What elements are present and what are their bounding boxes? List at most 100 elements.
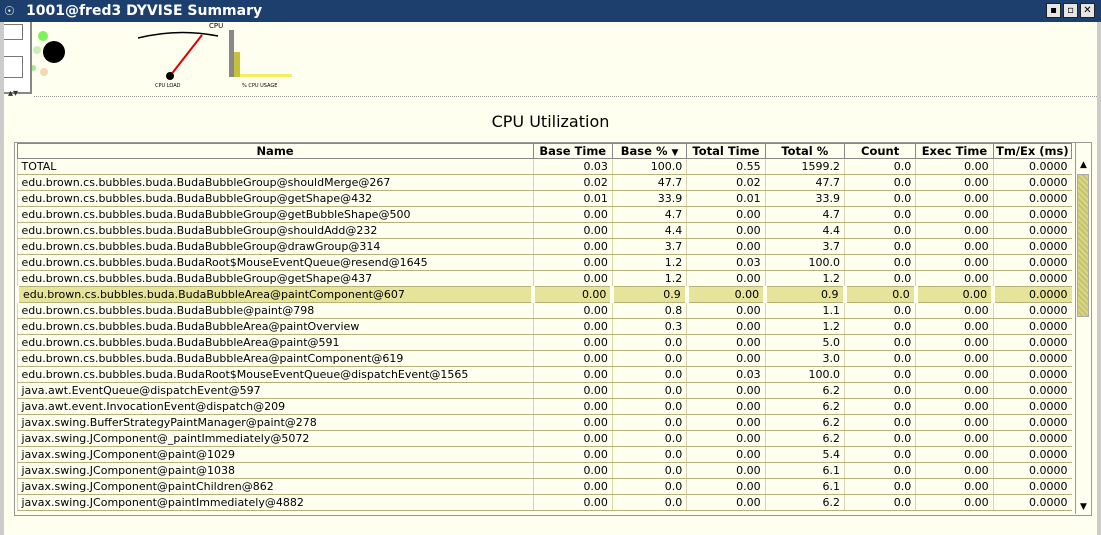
table-row[interactable]: edu.brown.cs.bubbles.buda.BudaBubble@pai… [16,302,1072,319]
cell-total-pct: 6.2 [764,494,845,511]
cell-total-pct: 6.1 [764,478,845,495]
cell-total-time: 0.02 [686,174,766,191]
col-header-base-time[interactable]: Base Time [532,143,613,159]
cell-exec-time: 0.00 [915,366,994,383]
cell-base-pct: 0.0 [611,430,687,447]
table-row[interactable]: javax.swing.BufferStrategyPaintManager@p… [16,414,1072,431]
col-header-base-pct[interactable]: Base % ▼ [611,143,688,159]
table-row[interactable]: edu.brown.cs.bubbles.buda.BudaBubbleGrou… [16,206,1072,223]
table-row[interactable]: TOTAL 0.03 100.0 0.55 1599.2 0.0 0.00 0.0000 [16,158,1072,175]
cell-total-pct: 6.2 [764,382,845,399]
col-header-name[interactable]: Name [16,143,534,159]
table-row[interactable]: java.awt.event.InvocationEvent@dispatch@… [16,398,1072,415]
cell-name: javax.swing.BufferStrategyPaintManager@p… [16,414,534,431]
cell-total-time: 0.00 [686,334,766,351]
table-row[interactable]: edu.brown.cs.bubbles.buda.BudaBubbleGrou… [16,174,1072,191]
cell-name: edu.brown.cs.bubbles.buda.BudaBubbleGrou… [16,190,534,207]
cell-name: javax.swing.JComponent@_paintImmediately… [16,430,534,447]
col-header-tm-ex[interactable]: Tm/Ex (ms) [992,143,1073,159]
cell-name: edu.brown.cs.bubbles.buda.BudaBubbleGrou… [16,238,534,255]
table-row[interactable]: edu.brown.cs.bubbles.buda.BudaBubbleArea… [16,334,1072,351]
cell-base-time: 0.00 [532,270,613,287]
split-handle-icon[interactable]: ▴▾ [8,88,18,99]
cell-count: 0.0 [843,334,916,351]
cell-count: 0.0 [843,174,916,191]
cell-exec-time: 0.00 [915,302,994,319]
cpu-usage-bar-yellow [234,52,240,77]
cell-base-pct: 0.0 [611,446,687,463]
window-menu-icon[interactable]: ☉ [4,4,18,18]
col-header-count[interactable]: Count [843,143,917,159]
cell-tm-ex: 0.0000 [992,430,1072,447]
cell-name: edu.brown.cs.bubbles.buda.BudaBubbleGrou… [16,174,534,191]
table-row[interactable]: javax.swing.JComponent@paintChildren@862… [16,478,1072,495]
window-titlebar[interactable]: ☉ 1001@fred3 DYVISE Summary ▪ ▫ ✕ [0,0,1101,22]
table-row[interactable]: edu.brown.cs.bubbles.buda.BudaBubbleArea… [15,286,1072,303]
table-row[interactable]: javax.swing.JComponent@_paintImmediately… [16,430,1072,447]
cell-base-pct: 47.7 [611,174,687,191]
cell-base-time: 0.00 [532,414,613,431]
cell-base-pct: 0.0 [611,382,687,399]
table-row[interactable]: edu.brown.cs.bubbles.buda.BudaBubbleGrou… [16,190,1072,207]
cell-base-pct: 1.2 [611,254,687,271]
col-header-total-pct[interactable]: Total % [764,143,846,159]
cell-total-time: 0.00 [686,270,766,287]
cell-base-time: 0.00 [532,382,613,399]
cell-exec-time: 0.00 [915,462,994,479]
cell-exec-time: 0.00 [915,222,994,239]
cell-tm-ex: 0.0000 [992,382,1072,399]
cell-count: 0.0 [843,238,916,255]
cpu-table-container: Name Base Time Base % ▼ Total Time Total… [14,142,1092,516]
cell-exec-time: 0.00 [915,190,994,207]
table-row[interactable]: edu.brown.cs.bubbles.buda.BudaRoot$Mouse… [16,366,1072,383]
maximize-button[interactable]: ▫ [1063,3,1078,18]
cell-total-time: 0.00 [686,350,766,367]
cpu-needle [169,34,203,77]
scroll-up-icon[interactable]: ▲ [1076,158,1091,172]
table-row[interactable]: edu.brown.cs.bubbles.buda.BudaBubbleGrou… [16,270,1072,287]
cell-total-pct: 5.4 [764,446,845,463]
cell-base-pct: 33.9 [611,190,687,207]
table-row[interactable]: edu.brown.cs.bubbles.buda.BudaBubbleGrou… [16,238,1072,255]
window-content: CPU CPU LOAD % CPU USAGE ▴▾ CPU Utilizat… [0,22,1101,535]
cpu-usage-label: % CPU USAGE [242,83,277,89]
cell-name: edu.brown.cs.bubbles.buda.BudaBubbleArea… [16,350,534,367]
cell-base-time: 0.01 [532,190,613,207]
cell-tm-ex: 0.0000 [992,414,1072,431]
cell-exec-time: 0.00 [915,446,994,463]
table-row[interactable]: javax.swing.JComponent@paintImmediately@… [16,494,1072,511]
cell-base-pct: 3.7 [611,238,687,255]
col-header-exec-time[interactable]: Exec Time [915,143,994,159]
table-row[interactable]: edu.brown.cs.bubbles.buda.BudaBubbleArea… [16,318,1072,335]
minimize-button[interactable]: ▪ [1046,3,1061,18]
table-row[interactable]: javax.swing.JComponent@paint@1029 0.00 0.0… [16,446,1072,463]
vertical-scrollbar[interactable]: ▲ ▼ [1075,158,1091,514]
cell-exec-time: 0.00 [915,158,994,175]
table-row[interactable]: javax.swing.JComponent@paint@1038 0.00 0.0… [16,462,1072,479]
close-button[interactable]: ✕ [1080,3,1095,18]
cell-count: 0.0 [843,254,916,271]
table-row[interactable]: java.awt.EventQueue@dispatchEvent@597 0.0… [16,382,1072,399]
cell-count: 0.0 [843,206,916,223]
cell-count: 0.0 [843,222,916,239]
cell-base-time: 0.00 [531,286,613,303]
table-row[interactable]: edu.brown.cs.bubbles.buda.BudaRoot$Mouse… [16,254,1072,271]
table-row[interactable]: edu.brown.cs.bubbles.buda.BudaBubbleArea… [16,350,1072,367]
cell-name: java.awt.event.InvocationEvent@dispatch@… [16,398,534,415]
cell-name: edu.brown.cs.bubbles.buda.BudaBubbleGrou… [16,222,534,239]
cell-total-pct: 4.7 [764,206,845,223]
split-divider[interactable] [34,96,1097,99]
cell-base-pct: 0.0 [611,398,687,415]
cell-tm-ex: 0.0000 [992,318,1072,335]
cell-base-pct: 0.0 [611,334,687,351]
cell-tm-ex: 0.0000 [992,302,1072,319]
overlapping-window-edge[interactable] [4,22,32,94]
scroll-down-icon[interactable]: ▼ [1076,500,1091,514]
scroll-thumb[interactable] [1077,174,1089,317]
cell-tm-ex: 0.0000 [992,206,1072,223]
col-header-total-time[interactable]: Total Time [686,143,766,159]
cell-total-time: 0.03 [686,366,766,383]
cell-count: 0.0 [843,366,916,383]
table-row[interactable]: edu.brown.cs.bubbles.buda.BudaBubbleGrou… [16,222,1072,239]
table-body: TOTAL 0.03 100.0 0.55 1599.2 0.0 0.00 0.0000 edu… [15,158,1072,511]
